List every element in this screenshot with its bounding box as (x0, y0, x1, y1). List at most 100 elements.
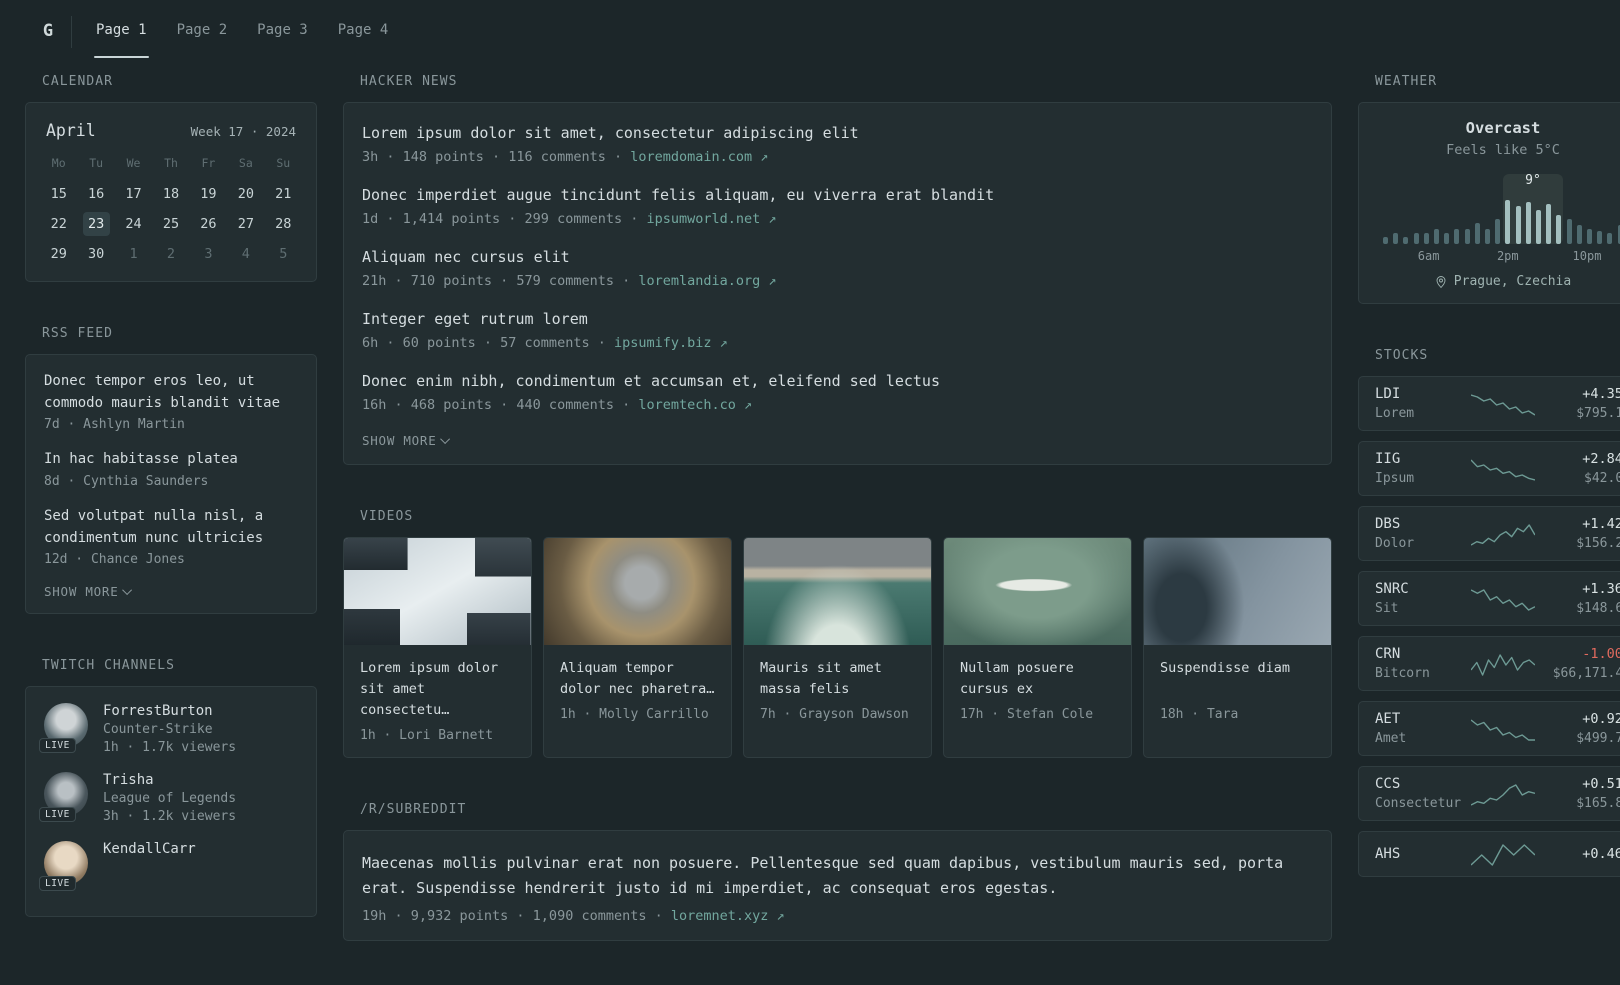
video-card[interactable]: Aliquam tempor dolor nec pharetra… 1h · M… (543, 537, 732, 758)
top-nav: G Page 1 Page 2 Page 3 Page 4 (0, 0, 1620, 62)
video-thumbnail[interactable] (344, 538, 531, 645)
stock-price: $42.04 (1584, 471, 1620, 486)
app-logo[interactable]: G (25, 0, 71, 62)
video-title[interactable]: Nullam posuere cursus ex (960, 658, 1115, 700)
stock-sparkline (1471, 653, 1535, 676)
twitch-channel-name[interactable]: ForrestBurton (103, 703, 236, 719)
calendar-day-number: 16 (87, 186, 105, 202)
subreddit-post-stats: 19h · 9,932 points · 1,090 comments · (362, 908, 671, 925)
twitch-channel-name[interactable]: Trisha (103, 772, 236, 788)
calendar-day-number: 24 (125, 216, 142, 232)
stock-value-block: -1.00% $66,171.48 (1535, 646, 1620, 681)
hn-item-meta: 1d · 1,414 points · 299 comments · ipsum… (362, 211, 777, 227)
rss-item-title[interactable]: In hac habitasse platea (44, 449, 298, 471)
calendar-day: 16 (77, 179, 114, 209)
twitch-channel[interactable]: LIVE KendallCarr (39, 841, 298, 892)
stock-row[interactable]: AET Amet +0.92% $499.72 (1358, 701, 1620, 756)
calendar-day: 17 (115, 179, 152, 209)
hn-show-more-button[interactable]: SHOW MORE (362, 433, 1313, 448)
twitch-channel[interactable]: LIVE ForrestBurton Counter-Strike 1h · 1.7k… (39, 703, 298, 755)
twitch-channel-name[interactable]: KendallCarr (103, 841, 196, 857)
weather-bar (1505, 200, 1511, 244)
video-title[interactable]: Suspendisse diam (1160, 658, 1315, 700)
subreddit-section-title: /R/SUBREDDIT (360, 801, 467, 817)
stock-row[interactable]: IIG Ipsum +2.84% $42.04 (1358, 441, 1620, 496)
video-title[interactable]: Mauris sit amet massa felis (760, 658, 915, 700)
stock-row[interactable]: AHS +0.46% (1358, 831, 1620, 877)
video-card[interactable]: Mauris sit amet massa felis 7h · Grayson … (743, 537, 932, 758)
hn-item-meta: 16h · 468 points · 440 comments · loremt… (362, 397, 753, 413)
weather-location: Prague, Czechia (1377, 274, 1620, 289)
hn-item-domain-link[interactable]: loremlandia.org ↗ (638, 273, 776, 289)
weather-section: WEATHER Overcast Feels like 5°C 9° 6am 2p… (1358, 74, 1620, 304)
hn-item-title[interactable]: Integer eget rutrum lorem (362, 309, 1313, 330)
hn-item-domain-link[interactable]: ipsumworld.net ↗ (646, 211, 776, 227)
stock-symbol: AHS (1375, 846, 1401, 862)
twitch-channel-game: Counter-Strike (103, 722, 213, 738)
calendar-day: 25 (152, 209, 189, 239)
weather-bars (1383, 194, 1620, 244)
twitch-channel-info: ForrestBurton Counter-Strike 1h · 1.7k vie… (103, 703, 236, 755)
video-thumbnail[interactable] (544, 538, 731, 645)
weather-section-title: WEATHER (1375, 74, 1438, 89)
calendar-section-title: CALENDAR (42, 74, 113, 89)
video-card[interactable]: Nullam posuere cursus ex 17h · Stefan Col… (943, 537, 1132, 758)
calendar-grid: Mo Tu We Th Fr Sa Su 15 16 17 18 19 20 21 22 23 24 25 26 27… (40, 148, 302, 269)
stock-symbol: IIG (1375, 451, 1401, 467)
rss-item-title[interactable]: Sed volutpat nulla nisl, a condimentum n… (44, 506, 298, 549)
stock-change: +1.36% (1582, 581, 1620, 597)
stock-row[interactable]: LDI Lorem +4.35% $795.18 (1358, 376, 1620, 431)
twitch-avatar-wrap: LIVE (39, 841, 88, 892)
video-thumbnail[interactable] (744, 538, 931, 645)
tab-page-2[interactable]: Page 2 (175, 0, 230, 62)
tab-page-3[interactable]: Page 3 (255, 0, 310, 62)
stock-value-block: +4.35% $795.18 (1535, 386, 1620, 421)
hn-item-domain-link[interactable]: ipsumify.biz ↗ (614, 335, 728, 351)
hn-item: Aliquam nec cursus elit 21h · 710 points … (362, 247, 1313, 289)
hn-item-title[interactable]: Donec enim nibh, condimentum et accumsan… (362, 371, 1313, 392)
hn-item-title[interactable]: Donec imperdiet augue tincidunt felis al… (362, 185, 1313, 206)
hn-item-domain-link[interactable]: loremdomain.com ↗ (630, 149, 768, 165)
stock-change: -1.00% (1582, 646, 1620, 662)
weather-bar (1403, 236, 1409, 244)
stock-row[interactable]: CCS Consectetur +0.51% $165.84 (1358, 766, 1620, 821)
hn-item-title[interactable]: Aliquam nec cursus elit (362, 247, 1313, 268)
video-meta: 18h · Tara (1160, 707, 1239, 722)
video-card[interactable]: Suspendisse diam 18h · Tara (1143, 537, 1332, 758)
calendar-day-number: 23 (82, 212, 110, 236)
calendar-day-number: 21 (275, 186, 292, 202)
tab-page-4[interactable]: Page 4 (336, 0, 391, 62)
chevron-down-icon (440, 434, 451, 445)
video-title[interactable]: Lorem ipsum dolor sit amet consectetu… (360, 658, 515, 721)
subreddit-domain-link[interactable]: loremnet.xyz ↗ (671, 908, 785, 924)
twitch-channel[interactable]: LIVE Trisha League of Legends 3h · 1.2k vie… (39, 772, 298, 824)
rss-item-title[interactable]: Donec tempor eros leo, ut commodo mauris… (44, 371, 298, 414)
video-thumbnail[interactable] (1144, 538, 1331, 645)
rss-show-more-button[interactable]: SHOW MORE (44, 584, 298, 599)
stock-value-block: +2.84% $42.04 (1535, 451, 1620, 486)
weather-feels-like: Feels like 5°C (1446, 142, 1560, 158)
video-thumbnail[interactable] (944, 538, 1131, 645)
stock-row[interactable]: CRN Bitcorn -1.00% $66,171.48 (1358, 636, 1620, 691)
rss-item: Donec tempor eros leo, ut commodo mauris… (44, 371, 298, 432)
stock-row[interactable]: SNRC Sit +1.36% $148.64 (1358, 571, 1620, 626)
stock-row[interactable]: DBS Dolor +1.42% $156.28 (1358, 506, 1620, 561)
hn-list: Lorem ipsum dolor sit amet, consectetur … (362, 123, 1313, 413)
hn-item-domain-link[interactable]: loremtech.co ↗ (638, 397, 752, 413)
stock-price: $165.84 (1576, 796, 1620, 811)
subreddit-post-title[interactable]: Maecenas mollis pulvinar erat non posuer… (362, 851, 1313, 901)
show-more-label: SHOW MORE (44, 584, 119, 600)
stock-value-block: +0.46% (1535, 846, 1620, 862)
stock-name: Sit (1375, 601, 1399, 616)
stock-change: +0.92% (1582, 711, 1620, 727)
video-card[interactable]: Lorem ipsum dolor sit amet consectetu… 1h… (343, 537, 532, 758)
weather-bar (1413, 232, 1419, 244)
tab-page-1[interactable]: Page 1 (94, 0, 149, 62)
twitch-channel-info: KendallCarr (103, 841, 196, 857)
hn-item-title[interactable]: Lorem ipsum dolor sit amet, consectetur … (362, 123, 1313, 144)
video-title[interactable]: Aliquam tempor dolor nec pharetra… (560, 658, 715, 700)
stock-sparkline (1471, 844, 1535, 866)
calendar-day-number: 18 (162, 186, 180, 202)
stock-symbol-block: CCS Consectetur (1375, 776, 1471, 811)
stock-change: +0.46% (1582, 846, 1620, 862)
